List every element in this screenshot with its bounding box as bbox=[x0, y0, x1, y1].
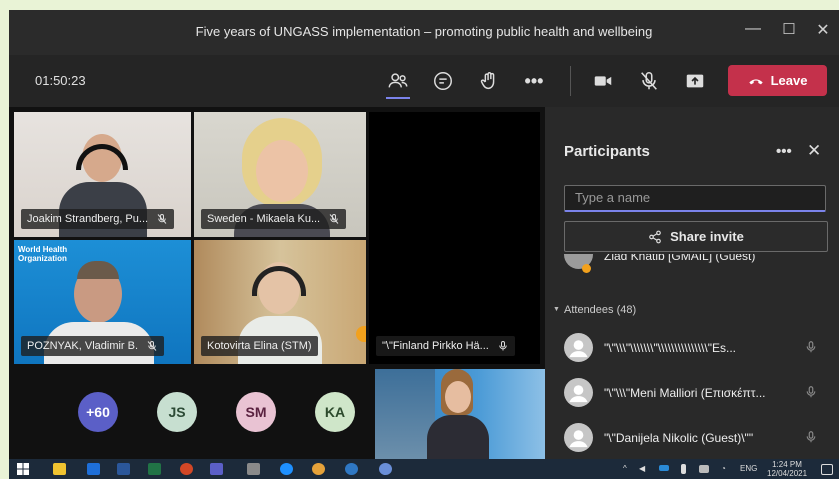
chat-icon[interactable] bbox=[429, 67, 457, 95]
participant-name: "\"\\\"Meni Malliori (Επισκέπτ... bbox=[604, 386, 766, 400]
mic-icon bbox=[806, 341, 816, 353]
video-tile[interactable]: "\"Finland Pirkko Hä... bbox=[369, 112, 540, 364]
usb-icon[interactable] bbox=[681, 464, 686, 474]
video-tile[interactable]: Sweden - Mikaela Ku... bbox=[194, 112, 366, 237]
raise-hand-icon[interactable] bbox=[475, 67, 503, 95]
clock[interactable]: 1:24 PM 12/04/2021 bbox=[767, 460, 807, 478]
participant-avatar bbox=[564, 423, 593, 452]
background-building bbox=[375, 369, 435, 459]
notifications-icon[interactable] bbox=[821, 464, 833, 475]
mic-muted-icon bbox=[147, 341, 157, 351]
onedrive-icon[interactable] bbox=[659, 465, 669, 471]
participant-search-input[interactable]: Type a name bbox=[564, 185, 826, 212]
video-tile[interactable]: Joakim Strandberg, Pu... bbox=[14, 112, 191, 237]
participant-avatar[interactable]: SM bbox=[236, 392, 276, 432]
wifi-icon[interactable]: ◔ bbox=[721, 464, 726, 473]
meeting-timer: 01:50:23 bbox=[35, 73, 86, 88]
excel-icon[interactable] bbox=[148, 463, 161, 475]
participant-row[interactable]: "\"Danijela Nikolic (Guest)\"" bbox=[564, 421, 826, 455]
presence-away-icon bbox=[582, 264, 591, 273]
more-options-icon[interactable]: ••• bbox=[520, 67, 548, 95]
participant-row[interactable]: "\"\\\"\\\\\\\"\\\\\\\\\\\\\\\"Es... bbox=[564, 331, 826, 365]
app-icon[interactable] bbox=[379, 463, 392, 475]
maximize-icon[interactable]: ☐ bbox=[776, 20, 802, 38]
participant-name-label: Joakim Strandberg, Pu... bbox=[21, 209, 175, 229]
teams-window: Five years of UNGASS implementation – pr… bbox=[9, 10, 839, 479]
file-explorer-icon[interactable] bbox=[53, 463, 66, 475]
leave-button[interactable]: Leave bbox=[728, 65, 827, 96]
language-indicator[interactable]: ENG bbox=[740, 464, 757, 473]
microphone-muted-icon[interactable] bbox=[635, 67, 663, 95]
participant-face bbox=[256, 140, 308, 202]
who-logo-text: World Health Organization bbox=[18, 245, 68, 263]
panel-more-icon[interactable]: ••• bbox=[776, 143, 792, 160]
window-title: Five years of UNGASS implementation – pr… bbox=[195, 24, 653, 39]
phone-hangup-icon bbox=[748, 78, 763, 84]
windows-taskbar: ^ ◀ ◔ ENG 1:24 PM 12/04/2021 bbox=[9, 459, 839, 479]
app-icon[interactable] bbox=[247, 463, 260, 475]
windows-start-icon[interactable] bbox=[17, 463, 29, 475]
video-tile[interactable]: World Health Organization POZNYAK, Vladi… bbox=[14, 240, 191, 364]
collapse-icon[interactable]: ▼ bbox=[553, 306, 560, 313]
participants-active-indicator bbox=[386, 97, 410, 99]
participant-avatar[interactable]: KA bbox=[315, 392, 355, 432]
close-icon[interactable]: ✕ bbox=[810, 20, 836, 40]
participant-name: "\"Danijela Nikolic (Guest)\"" bbox=[604, 431, 754, 445]
participant-name-label: Kotovirta Elina (STM) bbox=[201, 336, 318, 356]
share-screen-icon[interactable] bbox=[681, 67, 709, 95]
chrome-icon[interactable] bbox=[312, 463, 325, 475]
outlook-icon[interactable] bbox=[87, 463, 100, 475]
participant-hair bbox=[77, 261, 119, 279]
participants-panel: Participants ••• ✕ Type a name Share inv… bbox=[545, 107, 839, 459]
participant-name-label: POZNYAK, Vladimir B. bbox=[21, 336, 165, 356]
hand-raised-indicator bbox=[356, 326, 366, 342]
share-icon bbox=[649, 230, 661, 243]
participant-row-partial[interactable]: Ziad Khatib [GMAIL] (Guest) bbox=[564, 254, 826, 282]
panel-title: Participants bbox=[564, 143, 650, 160]
participant-row[interactable]: "\"\\\"Meni Malliori (Επισκέπτ... bbox=[564, 376, 826, 410]
leave-label: Leave bbox=[770, 73, 808, 88]
video-stage: Joakim Strandberg, Pu... Sweden - Mikael… bbox=[9, 107, 545, 459]
video-tile[interactable]: Kotovirta Elina (STM) bbox=[194, 240, 366, 364]
minimize-icon[interactable]: — bbox=[740, 20, 766, 38]
mic-icon bbox=[806, 386, 816, 398]
participant-avatar bbox=[564, 333, 593, 362]
powerpoint-icon[interactable] bbox=[180, 463, 193, 475]
participant-avatar bbox=[564, 378, 593, 407]
participant-name-label: Sweden - Mikaela Ku... bbox=[201, 209, 347, 229]
participant-name: "\"\\\"\\\\\\\"\\\\\\\\\\\\\\\"Es... bbox=[604, 341, 736, 355]
camera-icon[interactable] bbox=[589, 67, 617, 95]
mic-muted-icon bbox=[157, 214, 167, 224]
participants-icon[interactable] bbox=[384, 67, 412, 95]
presenter-thumbnail[interactable] bbox=[375, 369, 545, 459]
participant-name-label: "\"Finland Pirkko Hä... bbox=[376, 336, 515, 356]
meeting-toolbar: 01:50:23 ••• Leave bbox=[9, 55, 839, 107]
share-invite-button[interactable]: Share invite bbox=[564, 221, 828, 252]
mic-icon bbox=[806, 431, 816, 443]
speaker-icon[interactable]: ◀ bbox=[639, 464, 645, 473]
attendees-header[interactable]: Attendees (48) bbox=[564, 304, 636, 316]
ie-icon[interactable] bbox=[345, 463, 358, 475]
participant-name: Ziad Khatib [GMAIL] (Guest) bbox=[604, 254, 756, 263]
participant-face bbox=[445, 381, 471, 413]
toolbar-divider bbox=[570, 66, 571, 96]
edge-icon[interactable] bbox=[280, 463, 293, 475]
participant-avatar[interactable]: JS bbox=[157, 392, 197, 432]
word-icon[interactable] bbox=[117, 463, 130, 475]
overflow-participants-bubble[interactable]: +60 bbox=[78, 392, 118, 432]
title-bar: Five years of UNGASS implementation – pr… bbox=[9, 10, 839, 55]
teams-icon[interactable] bbox=[210, 463, 223, 475]
network-icon[interactable] bbox=[699, 465, 709, 473]
panel-close-icon[interactable]: ✕ bbox=[807, 141, 821, 161]
headphones bbox=[252, 266, 306, 296]
mic-muted-icon bbox=[329, 214, 339, 224]
participant-body bbox=[427, 415, 489, 459]
tray-chevron-icon[interactable]: ^ bbox=[623, 464, 627, 473]
mic-icon bbox=[499, 341, 507, 351]
